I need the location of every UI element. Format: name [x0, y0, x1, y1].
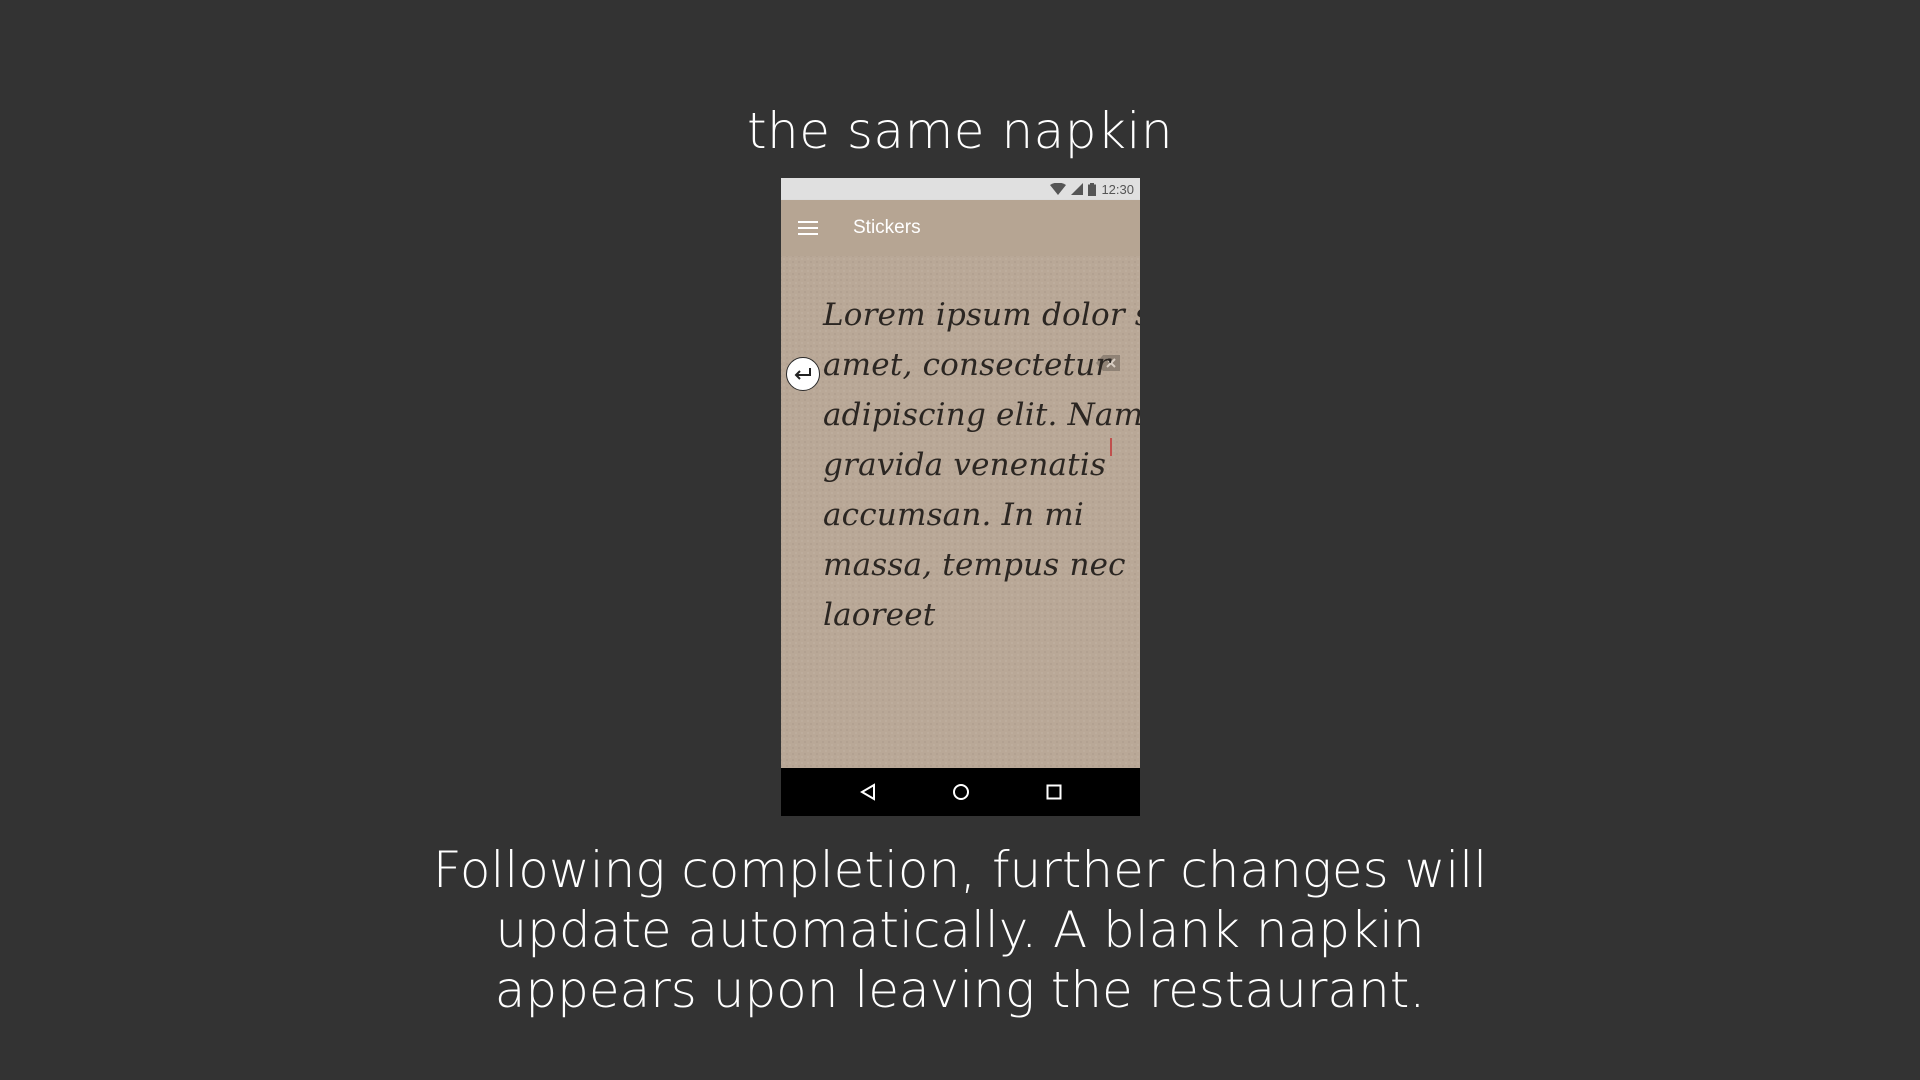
- note-line: laoreet: [823, 597, 936, 633]
- note-line: massa, tempus nec: [823, 547, 1126, 583]
- caption-line: appears upon leaving the restaurant.: [494, 961, 1426, 1019]
- home-icon[interactable]: [941, 772, 981, 812]
- status-bar: 12:30: [781, 178, 1140, 200]
- wifi-icon: [1050, 183, 1067, 195]
- note-line: amet, consectetur: [823, 347, 1111, 383]
- handwritten-note[interactable]: Lorem ipsum dolor sit amet, consectetur …: [823, 290, 1140, 640]
- caption-line: update automatically. A blank napkin: [495, 901, 1425, 959]
- navigation-bar: [781, 768, 1140, 816]
- hamburger-menu-icon[interactable]: [788, 208, 828, 248]
- slide-title: the same napkin: [746, 102, 1174, 160]
- phone-screen: 12:30 Stickers Lorem ipsum dolor sit ame…: [781, 178, 1140, 816]
- battery-icon: [1088, 182, 1097, 196]
- return-arrow-icon[interactable]: [786, 357, 820, 391]
- app-bar: Stickers: [781, 200, 1140, 256]
- back-icon[interactable]: [848, 772, 888, 812]
- napkin-canvas[interactable]: Lorem ipsum dolor sit amet, consectetur …: [781, 256, 1140, 816]
- note-line: adipiscing elit. Nam: [823, 397, 1140, 433]
- note-line: accumsan. In mi: [823, 497, 1085, 533]
- app-title: Stickers: [853, 217, 921, 238]
- slide: the same napkin 12:30 Stickers Lorem ips…: [0, 0, 1920, 1080]
- slide-caption: Following completion, further changes wi…: [0, 840, 1920, 1020]
- note-line: Lorem ipsum dolor sit: [823, 297, 1140, 333]
- caption-line: Following completion, further changes wi…: [432, 841, 1488, 899]
- status-time: 12:30: [1101, 181, 1134, 197]
- note-line: gravida venenatis: [823, 447, 1107, 483]
- signal-icon: [1071, 183, 1084, 195]
- recents-icon[interactable]: [1034, 772, 1074, 812]
